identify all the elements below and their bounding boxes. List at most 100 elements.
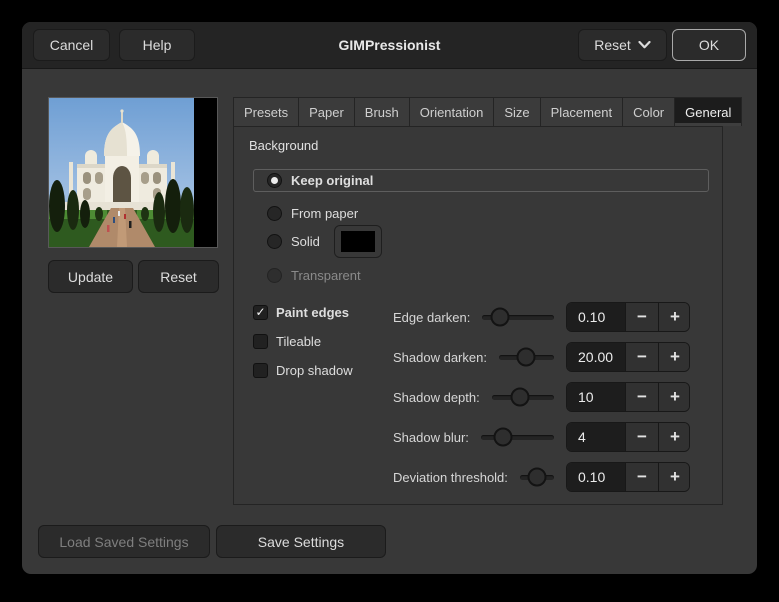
solid-color-swatch-button[interactable] xyxy=(333,225,382,258)
slider-track-shadow-depth[interactable] xyxy=(491,387,554,407)
spinbox-shadow-blur: 4 − + xyxy=(566,422,690,452)
slider-row-shadow-darken: Shadow darken: 20.00 − + xyxy=(393,342,690,372)
spin-decrement-button[interactable]: − xyxy=(625,463,658,491)
slider-track-shadow-blur[interactable] xyxy=(480,427,554,447)
minus-icon: − xyxy=(637,307,647,326)
minus-icon: − xyxy=(637,347,647,366)
spin-increment-button[interactable]: + xyxy=(658,463,689,491)
reset-menu-label: Reset xyxy=(594,37,631,53)
checkbox-row-paint-edges[interactable]: ✓ Paint edges xyxy=(253,303,349,321)
minus-icon: − xyxy=(637,387,647,406)
radio-keep-original[interactable] xyxy=(267,173,282,188)
spin-value-edge-darken[interactable]: 0.10 xyxy=(567,303,625,331)
tab-size[interactable]: Size xyxy=(494,97,541,126)
slider-label-shadow-darken: Shadow darken: xyxy=(393,349,487,365)
spin-decrement-button[interactable]: − xyxy=(625,383,658,411)
slider-knob-deviation-threshold[interactable] xyxy=(527,467,547,487)
reset-menu-button[interactable]: Reset xyxy=(578,29,667,61)
slider-track-shadow-darken[interactable] xyxy=(498,347,554,367)
radio-label-solid: Solid xyxy=(291,234,320,249)
slider-knob-shadow-blur[interactable] xyxy=(493,427,513,447)
save-settings-button[interactable]: Save Settings xyxy=(216,525,386,558)
preview-reset-button[interactable]: Reset xyxy=(138,260,219,293)
spin-decrement-button[interactable]: − xyxy=(625,423,658,451)
checkbox-drop-shadow[interactable] xyxy=(253,362,268,378)
tab-brush[interactable]: Brush xyxy=(354,97,410,126)
tab-bar: Presets Paper Brush Orientation Size Pla… xyxy=(233,97,743,126)
radio-label-transparent: Transparent xyxy=(291,267,361,283)
tab-presets[interactable]: Presets xyxy=(233,97,300,126)
tab-color[interactable]: Color xyxy=(623,97,676,126)
spinbox-deviation-threshold: 0.10 − + xyxy=(566,462,690,492)
plus-icon: + xyxy=(670,427,680,446)
minus-icon: − xyxy=(637,427,647,446)
chevron-down-icon xyxy=(638,41,651,49)
slider-row-deviation-threshold: Deviation threshold: 0.10 − + xyxy=(393,462,690,492)
radio-row-transparent: Transparent xyxy=(267,266,361,284)
spin-decrement-button[interactable]: − xyxy=(625,343,658,371)
slider-row-shadow-depth: Shadow depth: 10 − + xyxy=(393,382,690,412)
slider-track-edge-darken[interactable] xyxy=(482,307,554,327)
minus-icon: − xyxy=(637,467,647,486)
spinbox-edge-darken: 0.10 − + xyxy=(566,302,690,332)
gimpressionist-dialog: GIMPressionist Cancel Help Reset OK Upda… xyxy=(22,22,757,574)
radio-label-keep-original: Keep original xyxy=(291,173,374,188)
checkbox-label-drop-shadow: Drop shadow xyxy=(276,362,353,378)
plus-icon: + xyxy=(670,307,680,326)
help-button[interactable]: Help xyxy=(119,29,195,61)
slider-knob-shadow-depth[interactable] xyxy=(510,387,530,407)
spin-value-shadow-depth[interactable]: 10 xyxy=(567,383,625,411)
spinbox-shadow-depth: 10 − + xyxy=(566,382,690,412)
slider-knob-edge-darken[interactable] xyxy=(490,307,510,327)
spin-increment-button[interactable]: + xyxy=(658,423,689,451)
slider-track-deviation-threshold[interactable] xyxy=(519,467,554,487)
tab-orientation[interactable]: Orientation xyxy=(409,97,495,126)
slider-label-edge-darken: Edge darken: xyxy=(393,309,471,325)
color-swatch xyxy=(340,231,375,252)
radio-row-from-paper[interactable]: From paper xyxy=(267,204,358,222)
slider-label-shadow-blur: Shadow blur: xyxy=(393,429,469,445)
spin-increment-button[interactable]: + xyxy=(658,303,689,331)
plus-icon: + xyxy=(670,467,680,486)
checkbox-paint-edges[interactable]: ✓ xyxy=(253,304,268,320)
radio-from-paper[interactable] xyxy=(267,205,282,221)
window-backdrop: GIMPressionist Cancel Help Reset OK Upda… xyxy=(0,0,779,602)
plus-icon: + xyxy=(670,347,680,366)
spin-value-deviation-threshold[interactable]: 0.10 xyxy=(567,463,625,491)
slider-label-deviation-threshold: Deviation threshold: xyxy=(393,469,508,485)
spinbox-shadow-darken: 20.00 − + xyxy=(566,342,690,372)
checkbox-tileable[interactable] xyxy=(253,333,268,349)
load-saved-settings-button: Load Saved Settings xyxy=(38,525,210,558)
ok-button[interactable]: OK xyxy=(672,29,746,61)
checkbox-row-tileable[interactable]: Tileable xyxy=(253,332,321,350)
preview-image xyxy=(49,98,194,247)
tab-general[interactable]: General xyxy=(675,97,743,126)
radio-row-solid[interactable]: Solid xyxy=(267,225,382,258)
spin-value-shadow-blur[interactable]: 4 xyxy=(567,423,625,451)
checkbox-label-paint-edges: Paint edges xyxy=(276,304,349,320)
checkbox-label-tileable: Tileable xyxy=(276,333,322,349)
radio-transparent xyxy=(267,267,282,283)
cancel-button[interactable]: Cancel xyxy=(33,29,110,61)
background-section-title: Background xyxy=(249,138,319,153)
spin-value-shadow-darken[interactable]: 20.00 xyxy=(567,343,625,371)
plus-icon: + xyxy=(670,387,680,406)
slider-row-edge-darken: Edge darken: 0.10 − + xyxy=(393,302,690,332)
radio-solid[interactable] xyxy=(267,234,282,249)
notebook: Presets Paper Brush Orientation Size Pla… xyxy=(233,97,743,505)
tab-placement[interactable]: Placement xyxy=(540,97,624,126)
radio-row-keep-original[interactable]: Keep original xyxy=(253,169,709,192)
checkbox-row-drop-shadow[interactable]: Drop shadow xyxy=(253,361,353,379)
update-button[interactable]: Update xyxy=(48,260,133,293)
spin-increment-button[interactable]: + xyxy=(658,383,689,411)
slider-label-shadow-depth: Shadow depth: xyxy=(393,389,480,405)
slider-knob-shadow-darken[interactable] xyxy=(516,347,536,367)
slider-row-shadow-blur: Shadow blur: 4 − + xyxy=(393,422,690,452)
preview-frame xyxy=(48,97,218,248)
spin-decrement-button[interactable]: − xyxy=(625,303,658,331)
tab-paper[interactable]: Paper xyxy=(299,97,355,126)
general-tab-panel: Background Keep original From paper Soli… xyxy=(233,126,723,505)
radio-label-from-paper: From paper xyxy=(291,205,359,221)
spin-increment-button[interactable]: + xyxy=(658,343,689,371)
header-bar: GIMPressionist Cancel Help Reset OK xyxy=(22,22,757,69)
